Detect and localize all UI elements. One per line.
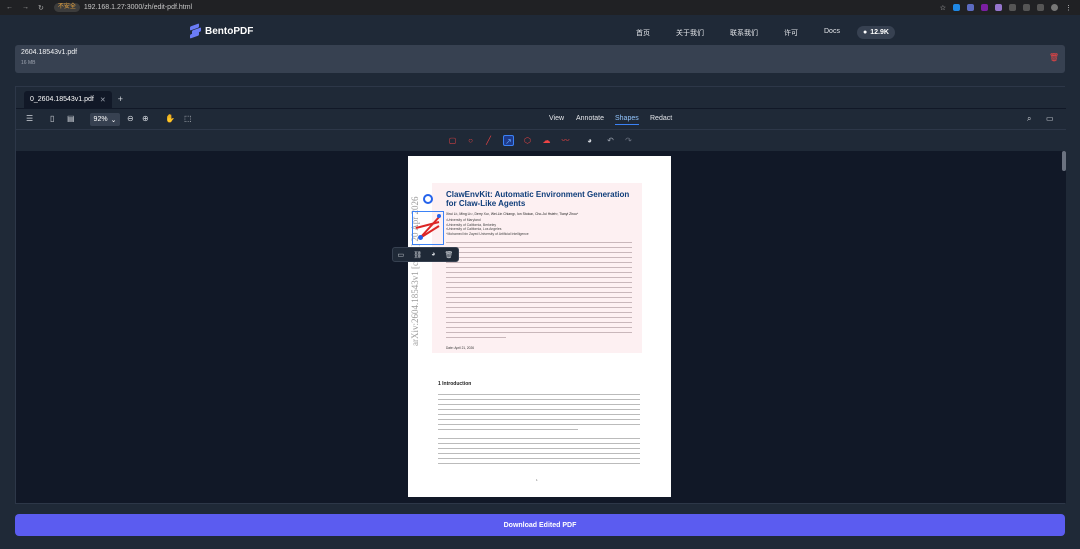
paper-title: ClawEnvKit: Automatic Environment Genera… xyxy=(446,190,630,208)
trash-icon[interactable]: 🗑 xyxy=(445,251,454,259)
hamburger-menu-icon[interactable]: ☰ xyxy=(26,114,33,123)
document-tabs: 0_2604.18543v1.pdf ✕ + xyxy=(16,87,1066,108)
tab-redact[interactable]: Redact xyxy=(650,115,672,122)
main-nav: 首页 关于我们 联系我们 许可 Docs xyxy=(636,28,866,38)
nav-docs[interactable]: Docs xyxy=(824,28,840,38)
zoom-value: 92% xyxy=(93,116,108,123)
rectangle-icon[interactable]: ▢ xyxy=(447,135,458,146)
extension-icon[interactable] xyxy=(995,4,1002,11)
logo-icon xyxy=(190,23,201,39)
download-icon[interactable] xyxy=(1037,4,1044,11)
extension-icon[interactable] xyxy=(953,4,960,11)
brand-logo[interactable]: BentoPDF xyxy=(190,23,254,39)
pdf-page[interactable]: arXiv:2604.18543v1 [cs.AI] 20 Apr 2026 C… xyxy=(408,156,671,497)
nav-about[interactable]: 关于我们 xyxy=(676,28,704,38)
tab-shapes[interactable]: Shapes xyxy=(615,115,639,125)
selection-handle-end[interactable] xyxy=(437,214,441,218)
download-edited-pdf-button[interactable]: Download Edited PDF xyxy=(15,514,1065,536)
close-icon[interactable]: ✕ xyxy=(100,96,106,104)
selection-handle-start[interactable] xyxy=(418,235,423,240)
pdf-editor: 0_2604.18543v1.pdf ✕ + ☰ ▯ ▤ 92% ⌄ ⊖ ⊕ ✋… xyxy=(15,86,1066,504)
trash-icon[interactable]: 🗑 xyxy=(1049,53,1059,62)
search-icon[interactable]: ⌕ xyxy=(1027,114,1031,124)
palette-icon[interactable]: ◕ xyxy=(431,251,435,258)
brand-name: BentoPDF xyxy=(205,26,254,37)
polygon-icon[interactable]: ⬡ xyxy=(522,135,533,146)
back-icon[interactable]: ← xyxy=(6,4,13,12)
comment-icon[interactable]: ▭ xyxy=(1046,114,1054,123)
forward-icon[interactable]: → xyxy=(22,4,29,12)
github-stars-button[interactable]: ● 12.9K xyxy=(857,26,895,39)
url-text[interactable]: 192.168.1.27:3000/zh/edit-pdf.html xyxy=(84,4,192,11)
paper-date: Date: April 21, 2026 xyxy=(446,346,474,350)
pdf-canvas[interactable]: arXiv:2604.18543v1 [cs.AI] 20 Apr 2026 C… xyxy=(16,151,1066,503)
star-icon[interactable]: ☆ xyxy=(940,4,946,12)
paper-authors: Xirui Li¹, Ming Li¹², Derry Xu², Wei-Lin… xyxy=(446,212,579,216)
page-number: 1 xyxy=(536,478,538,482)
chevron-down-icon: ⌄ xyxy=(110,116,117,124)
editor-toolbar: ☰ ▯ ▤ 92% ⌄ ⊖ ⊕ ✋ ⬚ View Annotate Shapes… xyxy=(16,108,1066,129)
scrollbar[interactable] xyxy=(1062,151,1066,171)
site-header: BentoPDF 首页 关于我们 联系我们 许可 Docs ● 12.9K xyxy=(0,15,1080,49)
extension-icon[interactable] xyxy=(981,4,988,11)
nav-contact[interactable]: 联系我们 xyxy=(730,28,758,38)
document-icon[interactable]: ▤ xyxy=(67,114,75,123)
link-icon[interactable]: ⛓ xyxy=(413,251,422,259)
browser-toolbar: ← → ↻ 不安全 192.168.1.27:3000/zh/edit-pdf.… xyxy=(0,0,1080,15)
tab-label: 0_2604.18543v1.pdf xyxy=(30,96,94,103)
circle-icon[interactable]: ○ xyxy=(465,135,476,146)
sidebar-toggle-icon[interactable]: ▯ xyxy=(50,114,54,123)
hand-pan-icon[interactable]: ✋ xyxy=(165,114,175,123)
paper-affiliations: ¹University of Maryland ²University of C… xyxy=(446,218,529,236)
profile-icon[interactable] xyxy=(1051,4,1058,11)
arrow-icon[interactable]: ↗ xyxy=(503,135,514,146)
document-tab[interactable]: 0_2604.18543v1.pdf ✕ xyxy=(24,91,112,108)
nav-license[interactable]: 许可 xyxy=(784,28,798,38)
extension-icon[interactable] xyxy=(967,4,974,11)
github-star-count: 12.9K xyxy=(870,29,889,36)
address-bar[interactable]: 不安全 192.168.1.27:3000/zh/edit-pdf.html xyxy=(53,3,192,12)
file-name: 2604.18543v1.pdf xyxy=(21,49,78,56)
sidebar-icon[interactable] xyxy=(1023,4,1030,11)
line-icon[interactable]: ╱ xyxy=(483,135,494,146)
palette-icon[interactable]: ◕ xyxy=(584,135,595,146)
file-item: 2604.18543v1.pdf 16 MB 🗑 xyxy=(15,45,1065,73)
undo-icon[interactable]: ↶ xyxy=(605,135,616,146)
security-badge: 不安全 xyxy=(53,3,80,12)
paper-logo-icon xyxy=(423,194,433,204)
zoom-select[interactable]: 92% ⌄ xyxy=(90,113,120,126)
zoom-in-icon[interactable]: ⊕ xyxy=(142,114,149,123)
tab-view[interactable]: View xyxy=(549,115,564,122)
shape-context-menu: ▭ ⛓ ◕ 🗑 xyxy=(392,247,459,262)
nav-home[interactable]: 首页 xyxy=(636,28,650,38)
section-heading: 1 Introduction xyxy=(438,381,472,387)
cloud-icon[interactable]: ☁ xyxy=(541,135,552,146)
shapes-toolbar: ▢ ○ ╱ ↗ ⬡ ☁ 〰 ◕ ↶ ↷ xyxy=(16,129,1066,151)
extensions-puzzle-icon[interactable] xyxy=(1009,4,1016,11)
polyline-icon[interactable]: 〰 xyxy=(560,135,571,146)
tab-annotate[interactable]: Annotate xyxy=(576,115,604,122)
add-tab-icon[interactable]: + xyxy=(118,94,123,104)
comment-icon[interactable]: ▭ xyxy=(398,251,405,259)
arrow-shape-selection[interactable] xyxy=(412,211,444,245)
github-icon: ● xyxy=(863,29,868,36)
redo-icon[interactable]: ↷ xyxy=(623,135,634,146)
select-icon[interactable]: ⬚ xyxy=(184,114,192,123)
zoom-out-icon[interactable]: ⊖ xyxy=(127,114,134,123)
menu-icon[interactable]: ⋮ xyxy=(1065,4,1072,12)
file-size: 16 MB xyxy=(21,60,36,66)
reload-icon[interactable]: ↻ xyxy=(38,4,44,12)
